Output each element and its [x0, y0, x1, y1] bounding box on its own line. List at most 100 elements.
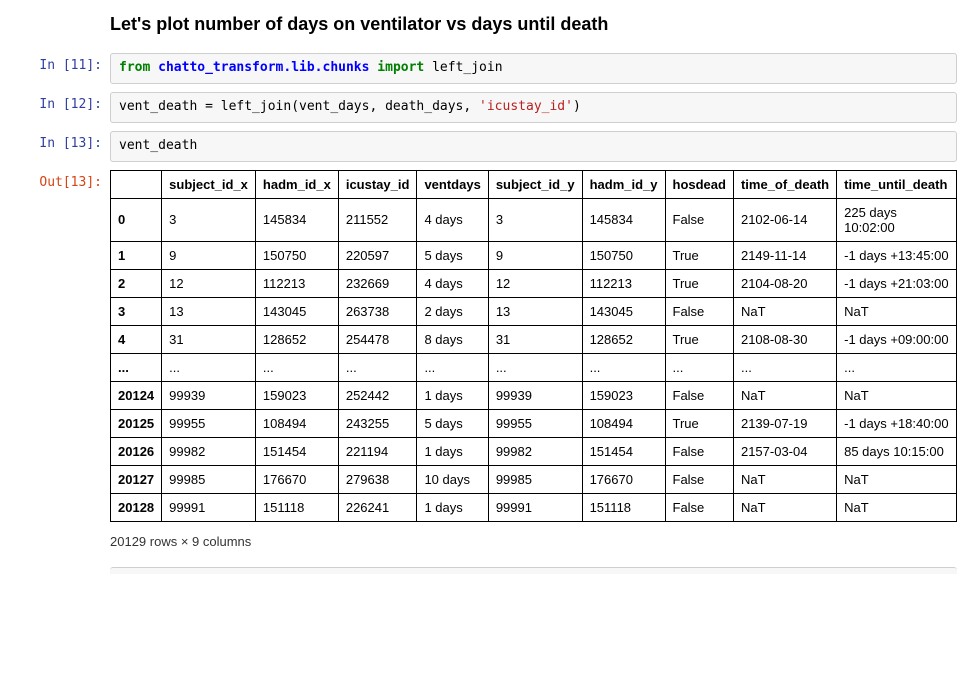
df-col-header: hadm_id_x	[255, 170, 338, 198]
df-cell: False	[665, 465, 733, 493]
code-token: import	[369, 60, 432, 75]
df-cell: 2157-03-04	[733, 437, 836, 465]
df-cell: True	[665, 325, 733, 353]
df-cell: 99982	[488, 437, 582, 465]
df-cell: 31	[488, 325, 582, 353]
df-cell: 150750	[255, 241, 338, 269]
df-cell: -1 days +18:40:00	[837, 409, 957, 437]
df-cell: 12	[488, 269, 582, 297]
markdown-heading: Let's plot number of days on ventilator …	[110, 14, 957, 35]
df-cell: False	[665, 198, 733, 241]
df-cell: NaT	[733, 493, 836, 521]
df-col-header: time_of_death	[733, 170, 836, 198]
markdown-prompt	[20, 10, 110, 45]
df-cell: True	[665, 241, 733, 269]
code-input-13[interactable]: vent_death	[110, 131, 957, 162]
df-cell: ...	[162, 353, 256, 381]
df-cell: 151118	[255, 493, 338, 521]
df-cell: NaT	[837, 381, 957, 409]
df-cell: 143045	[255, 297, 338, 325]
table-row: 4311286522544788 days31128652True2108-08…	[111, 325, 957, 353]
code-cell-11: In [11]: from chatto_transform.lib.chunk…	[20, 53, 957, 84]
df-cell: 108494	[255, 409, 338, 437]
df-cell: 5 days	[417, 241, 488, 269]
df-cell: 13	[488, 297, 582, 325]
output-cell-13: Out[13]: subject_id_xhadm_id_xicustay_id…	[20, 170, 957, 574]
code-token: left_join	[432, 60, 502, 75]
df-cell: NaT	[837, 297, 957, 325]
df-cell: NaT	[733, 297, 836, 325]
table-row: ..............................	[111, 353, 957, 381]
df-cell: 99985	[488, 465, 582, 493]
code-token: left_join(vent_days, death_days,	[213, 99, 479, 114]
table-row: 20128999911511182262411 days99991151118F…	[111, 493, 957, 521]
df-cell: 4 days	[417, 269, 488, 297]
df-cell: NaT	[837, 465, 957, 493]
df-cell: 128652	[255, 325, 338, 353]
code-token: 'icustay_id'	[479, 99, 573, 114]
df-col-header: icustay_id	[338, 170, 417, 198]
df-cell: 243255	[338, 409, 417, 437]
input-prompt-11: In [11]:	[20, 53, 110, 84]
df-cell: 5 days	[417, 409, 488, 437]
df-row-index: 0	[111, 198, 162, 241]
df-cell: 2104-08-20	[733, 269, 836, 297]
df-cell: 108494	[582, 409, 665, 437]
df-cell: 9	[162, 241, 256, 269]
df-cell: ...	[255, 353, 338, 381]
df-cell: 151118	[582, 493, 665, 521]
table-row: 20124999391590232524421 days99939159023F…	[111, 381, 957, 409]
df-cell: 4 days	[417, 198, 488, 241]
df-cell: 1 days	[417, 381, 488, 409]
input-prompt-12: In [12]:	[20, 92, 110, 123]
table-row: 2121122132326694 days12112213True2104-08…	[111, 269, 957, 297]
df-cell: 159023	[255, 381, 338, 409]
df-cell: 2102-06-14	[733, 198, 836, 241]
df-cell: 99955	[488, 409, 582, 437]
df-row-index: 20125	[111, 409, 162, 437]
output-prompt-13: Out[13]:	[20, 170, 110, 574]
df-cell: 99985	[162, 465, 256, 493]
markdown-cell: Let's plot number of days on ventilator …	[20, 10, 957, 45]
df-cell: 2139-07-19	[733, 409, 836, 437]
dataframe-table: subject_id_xhadm_id_xicustay_idventdayss…	[110, 170, 957, 522]
code-token: chatto_transform.lib.chunks	[158, 60, 369, 75]
df-cell: 112213	[255, 269, 338, 297]
df-cell: ...	[488, 353, 582, 381]
df-cell: NaT	[837, 493, 957, 521]
table-row: 031458342115524 days3145834False2102-06-…	[111, 198, 957, 241]
code-cell-12: In [12]: vent_death = left_join(vent_day…	[20, 92, 957, 123]
df-cell: 211552	[338, 198, 417, 241]
table-row: 201279998517667027963810 days99985176670…	[111, 465, 957, 493]
code-token: )	[573, 99, 581, 114]
df-cell: 8 days	[417, 325, 488, 353]
df-cell: 176670	[255, 465, 338, 493]
df-cell: 3	[488, 198, 582, 241]
df-cell: 3	[162, 198, 256, 241]
df-cell: 176670	[582, 465, 665, 493]
df-cell: 226241	[338, 493, 417, 521]
df-col-header: time_until_death	[837, 170, 957, 198]
df-cell: 31	[162, 325, 256, 353]
code-token: vent_death	[119, 99, 205, 114]
df-cell: -1 days +09:00:00	[837, 325, 957, 353]
df-row-index: 4	[111, 325, 162, 353]
df-cell: 145834	[255, 198, 338, 241]
df-cell: 99955	[162, 409, 256, 437]
code-input-12[interactable]: vent_death = left_join(vent_days, death_…	[110, 92, 957, 123]
df-cell: 225 days 10:02:00	[837, 198, 957, 241]
df-col-header: subject_id_y	[488, 170, 582, 198]
df-cell: 2149-11-14	[733, 241, 836, 269]
df-cell: 279638	[338, 465, 417, 493]
df-cell: 13	[162, 297, 256, 325]
table-row: 191507502205975 days9150750True2149-11-1…	[111, 241, 957, 269]
df-cell: False	[665, 297, 733, 325]
df-cell: 263738	[338, 297, 417, 325]
df-cell: False	[665, 437, 733, 465]
dataframe-shape: 20129 rows × 9 columns	[110, 522, 957, 557]
df-cell: 252442	[338, 381, 417, 409]
code-input-11[interactable]: from chatto_transform.lib.chunks import …	[110, 53, 957, 84]
table-row: 20126999821514542211941 days99982151454F…	[111, 437, 957, 465]
df-cell: 99939	[488, 381, 582, 409]
df-row-index: 20127	[111, 465, 162, 493]
